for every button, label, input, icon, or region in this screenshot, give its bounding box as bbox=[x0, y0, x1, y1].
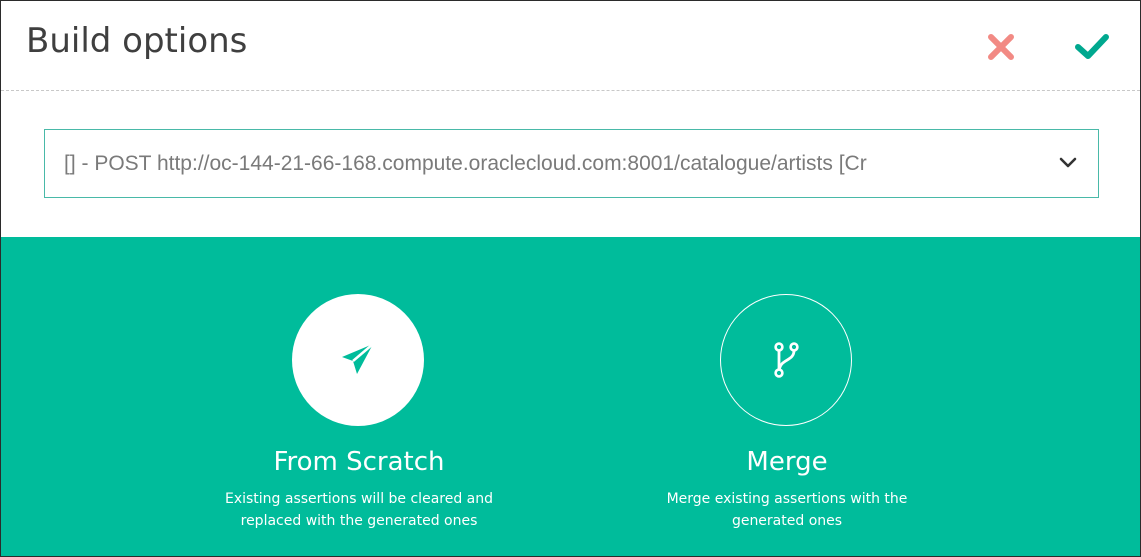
merge-description: Merge existing assertions with the gener… bbox=[666, 491, 908, 529]
merge-title: Merge bbox=[746, 447, 828, 477]
build-mode-options: From Scratch Existing assertions will be… bbox=[1, 237, 1140, 556]
dialog-title: Build options bbox=[26, 21, 248, 61]
confirm-button[interactable] bbox=[1072, 27, 1112, 67]
from-scratch-description: Existing assertions will be cleared and … bbox=[224, 491, 494, 529]
from-scratch-circle bbox=[292, 294, 424, 426]
merge-circle bbox=[720, 294, 852, 426]
branch-merge-icon bbox=[774, 342, 799, 378]
close-icon bbox=[988, 34, 1014, 60]
endpoint-select[interactable]: [] - POST http://oc-144-21-66-168.comput… bbox=[44, 129, 1099, 198]
cancel-button[interactable] bbox=[981, 27, 1021, 67]
build-options-dialog: Build options [] - POST http://oc-144-21… bbox=[0, 0, 1141, 557]
merge-option[interactable]: Merge Merge existing assertions with the… bbox=[577, 237, 997, 556]
chevron-down-icon bbox=[1059, 157, 1077, 168]
dialog-header: Build options bbox=[1, 1, 1140, 91]
from-scratch-option[interactable]: From Scratch Existing assertions will be… bbox=[149, 237, 569, 556]
endpoint-select-value: [] - POST http://oc-144-21-66-168.comput… bbox=[64, 152, 867, 175]
from-scratch-title: From Scratch bbox=[273, 447, 445, 477]
checkmark-icon bbox=[1075, 34, 1109, 59]
paper-plane-icon bbox=[342, 343, 374, 374]
